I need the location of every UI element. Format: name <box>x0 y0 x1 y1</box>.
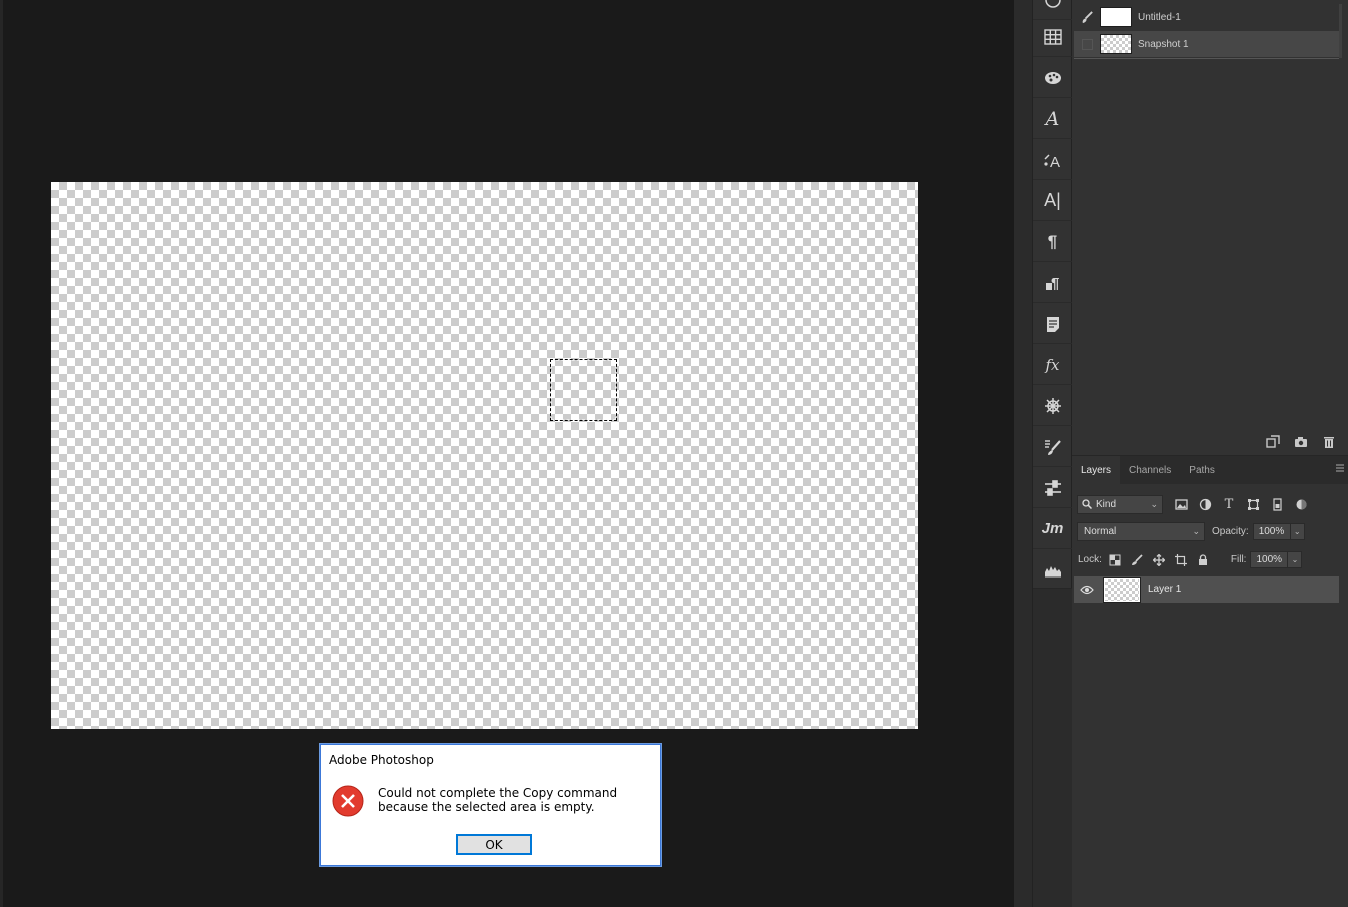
tab-channels[interactable]: Channels <box>1120 456 1180 484</box>
new-document-from-state-icon[interactable] <box>1266 434 1280 449</box>
filter-adjustment-icon[interactable] <box>1193 494 1217 514</box>
history-divider <box>1074 58 1339 59</box>
filter-kind-select[interactable]: Kind ⌄ <box>1077 494 1163 514</box>
layer-row[interactable]: Layer 1 <box>1074 576 1339 603</box>
panel-icon-bar: A A A| ¶ ¶ fx Jm <box>1032 0 1072 907</box>
panels-dock: Untitled-1 Snapshot 1 Layers Channels Pa… <box>1072 0 1348 907</box>
filter-toggle-icon[interactable] <box>1289 494 1313 514</box>
character-style-icon[interactable]: A <box>1033 99 1072 139</box>
history-item-untitled[interactable]: Untitled-1 <box>1074 4 1339 30</box>
filter-smart-object-icon[interactable] <box>1265 494 1289 514</box>
filter-shape-icon[interactable] <box>1241 494 1265 514</box>
history-scrollbar[interactable] <box>1339 4 1342 58</box>
styles-fx-icon[interactable]: fx <box>1033 345 1072 385</box>
camera-icon[interactable] <box>1294 435 1308 449</box>
blend-mode-value: Normal <box>1084 526 1117 537</box>
history-thumbnail <box>1100 34 1132 54</box>
paragraph-style-icon[interactable]: ¶ <box>1033 263 1072 303</box>
dialog-title: Adobe Photoshop <box>329 753 434 767</box>
libraries-jm-icon[interactable]: Jm <box>1033 509 1072 549</box>
lock-fill-row: Lock: Fill: 100% ⌄ <box>1078 550 1303 569</box>
history-item-label: Untitled-1 <box>1138 11 1181 23</box>
document-canvas[interactable] <box>51 182 918 729</box>
svg-text:A: A <box>1050 154 1060 170</box>
opacity-label: Opacity: <box>1212 526 1249 537</box>
layers-panel: Layers Channels Paths Kind ⌄ T Normal ⌄ … <box>1072 455 1348 907</box>
iconbar-empty-area <box>1033 588 1072 907</box>
layer-filter-row: Kind ⌄ T <box>1077 494 1313 514</box>
history-source-checkbox[interactable] <box>1082 38 1093 50</box>
glyphs-icon[interactable]: A <box>1033 140 1072 180</box>
history-footer <box>1072 428 1348 455</box>
tab-layers[interactable]: Layers <box>1072 456 1121 484</box>
layers-panel-tabs: Layers Channels Paths <box>1072 456 1348 484</box>
history-item-label: Snapshot 1 <box>1138 38 1189 50</box>
tab-paths[interactable]: Paths <box>1180 456 1224 484</box>
fill-label: Fill: <box>1230 554 1247 565</box>
photoshop-window: A A A| ¶ ¶ fx Jm Untitled-1 Snapshot 1 L… <box>0 0 1348 907</box>
blend-mode-select[interactable]: Normal ⌄ <box>1077 522 1205 541</box>
history-panel: Untitled-1 Snapshot 1 <box>1072 0 1348 455</box>
chevron-down-icon: ⌄ <box>1150 498 1158 509</box>
dialog-message: Could not complete the Copy command beca… <box>378 786 618 814</box>
filter-type-icon[interactable]: T <box>1217 494 1241 514</box>
properties-icon[interactable] <box>1033 468 1072 508</box>
paragraph-icon[interactable]: ¶ <box>1033 222 1072 262</box>
lock-label: Lock: <box>1078 554 1102 565</box>
history-thumbnail <box>1100 7 1132 27</box>
notes-icon[interactable] <box>1033 304 1072 344</box>
filter-pixel-icon[interactable] <box>1169 494 1193 514</box>
lock-transparent-pixels-icon[interactable] <box>1104 554 1126 566</box>
opacity-dropdown-icon[interactable]: ⌄ <box>1290 523 1305 540</box>
chevron-down-icon: ⌄ <box>1192 526 1200 536</box>
blend-opacity-row: Normal ⌄ Opacity: 100% ⌄ <box>1077 522 1305 541</box>
dock-separator <box>1014 0 1032 907</box>
brush-settings-icon[interactable] <box>1033 427 1072 467</box>
selection-marquee[interactable] <box>550 359 617 421</box>
layer-thumbnail <box>1103 576 1141 603</box>
history-item-snapshot[interactable]: Snapshot 1 <box>1074 31 1339 57</box>
opacity-input[interactable]: 100% <box>1252 523 1291 540</box>
lock-artboard-icon[interactable] <box>1170 553 1192 566</box>
lock-all-icon[interactable] <box>1192 553 1214 566</box>
panel-menu-icon[interactable] <box>1336 464 1344 474</box>
ok-button[interactable]: OK <box>456 834 532 855</box>
fill-dropdown-icon[interactable]: ⌄ <box>1288 551 1303 568</box>
history-brush-icon[interactable] <box>1078 10 1096 24</box>
character-icon[interactable]: A| <box>1033 181 1072 221</box>
svg-text:¶: ¶ <box>1051 275 1059 292</box>
error-icon <box>332 785 364 817</box>
grid-icon[interactable] <box>1033 17 1072 57</box>
search-icon <box>1082 499 1092 509</box>
lock-position-icon[interactable] <box>1148 553 1170 566</box>
eye-visibility-icon[interactable] <box>1074 585 1100 595</box>
error-dialog: Adobe Photoshop Could not complete the C… <box>320 744 661 866</box>
trash-icon[interactable] <box>1322 435 1336 449</box>
fill-input[interactable]: 100% <box>1250 551 1289 568</box>
histogram-icon[interactable] <box>1033 550 1072 590</box>
lock-image-pixels-icon[interactable] <box>1126 553 1148 566</box>
filter-kind-label: Kind <box>1096 498 1117 510</box>
paint-palette-icon[interactable] <box>1033 58 1072 98</box>
adjustments-icon[interactable] <box>1033 386 1072 426</box>
layer-name[interactable]: Layer 1 <box>1148 584 1181 595</box>
